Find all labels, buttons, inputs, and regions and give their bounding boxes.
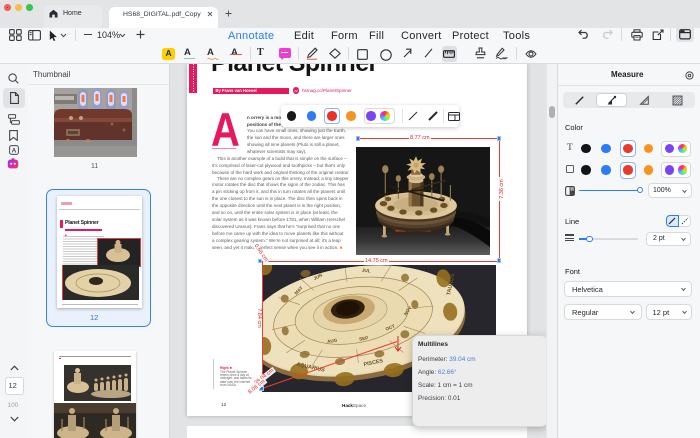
svg-text:JUL: JUL (362, 268, 371, 274)
svg-text:A: A (11, 147, 16, 154)
